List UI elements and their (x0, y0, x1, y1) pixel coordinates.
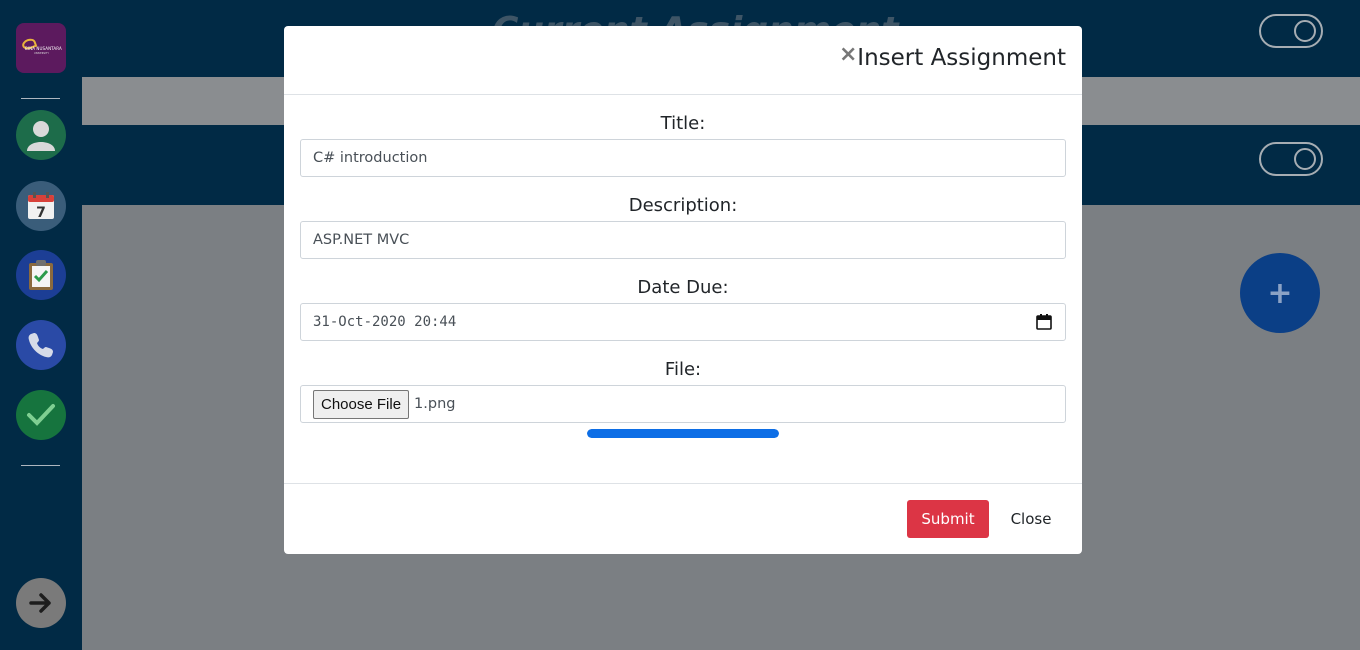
add-assignment-button[interactable]: + (1240, 253, 1320, 333)
logo-subtext: UNIVERSITY (34, 52, 49, 55)
clipboard-check-icon (29, 260, 53, 290)
sidebar-item-schedule[interactable]: 7 (16, 181, 66, 231)
filter-toggle[interactable] (1259, 142, 1323, 176)
sidebar-divider (21, 465, 60, 466)
upload-progress-bar (587, 429, 779, 438)
file-name: 1.png (414, 396, 456, 412)
date-due-label: Date Due: (637, 277, 729, 298)
sidebar-item-done[interactable] (16, 390, 66, 440)
description-label: Description: (628, 195, 738, 216)
logo-text: BINA NUSANTARA (25, 46, 62, 51)
description-input[interactable]: ASP.NET MVC (300, 221, 1066, 259)
close-button[interactable]: Close (995, 500, 1067, 538)
modal-footer: Submit Close (284, 483, 1082, 554)
file-label: File: (664, 359, 702, 380)
theme-toggle[interactable] (1259, 14, 1323, 48)
choose-file-button[interactable]: Choose File (313, 389, 410, 419)
sidebar: BINA NUSANTARA UNIVERSITY 7 (0, 0, 82, 650)
sidebar-divider (21, 98, 60, 99)
file-input[interactable]: Choose File 1.png (300, 385, 1066, 423)
calendar-icon: 7 (28, 192, 54, 221)
checkmark-icon (27, 404, 55, 426)
date-due-input[interactable]: 31-Oct-2020 20:44 (300, 303, 1066, 341)
title-label: Title: (660, 113, 706, 134)
calendar-picker-icon[interactable] (1035, 313, 1053, 331)
logout-button[interactable] (16, 578, 66, 628)
user-icon (27, 121, 55, 151)
sidebar-item-assignment[interactable] (16, 250, 66, 300)
close-icon[interactable]: × (839, 44, 857, 66)
title-input[interactable]: C# introduction (300, 139, 1066, 177)
upload-progress-fill (587, 429, 779, 438)
sidebar-item-profile[interactable] (16, 110, 66, 160)
toggle-knob (1294, 148, 1316, 170)
arrow-right-icon (29, 593, 51, 613)
modal-title: Insert Assignment (857, 45, 1066, 71)
calendar-day-label: 7 (36, 205, 46, 221)
university-logo[interactable]: BINA NUSANTARA UNIVERSITY (16, 23, 66, 73)
sidebar-item-contact[interactable] (16, 320, 66, 370)
submit-button[interactable]: Submit (907, 500, 989, 538)
modal-header: × Insert Assignment (284, 26, 1082, 95)
date-due-value: 31-Oct-2020 20:44 (313, 314, 457, 330)
toggle-knob (1294, 20, 1316, 42)
insert-assignment-modal: × Insert Assignment Title: C# introducti… (284, 26, 1082, 554)
phone-icon (28, 333, 53, 358)
